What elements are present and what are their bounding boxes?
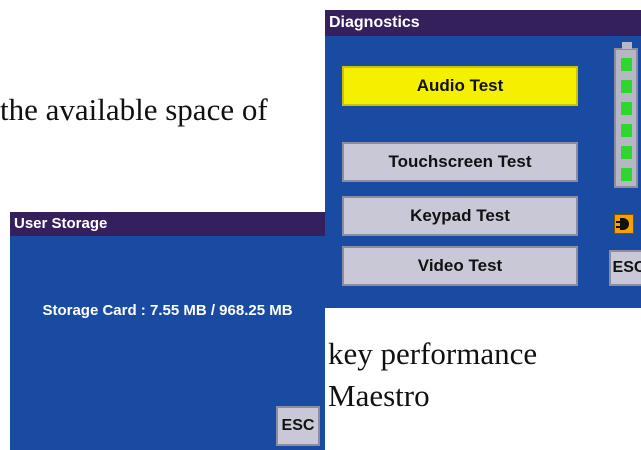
user-storage-window: User Storage Storage Card : 7.55 MB / 96… <box>10 212 325 450</box>
battery-cell <box>621 168 632 181</box>
diagnostics-esc-button[interactable]: ESC <box>609 250 641 286</box>
power-plug-icon <box>614 214 634 234</box>
user-storage-title: User Storage <box>10 212 325 236</box>
document-text-line-2: key performance <box>328 336 538 371</box>
audio-test-button[interactable]: Audio Test <box>342 66 578 106</box>
user-storage-esc-button[interactable]: ESC <box>276 406 320 446</box>
battery-cell <box>621 58 632 71</box>
battery-cell <box>621 102 632 115</box>
diagnostics-window: Diagnostics Audio Test Touchscreen Test … <box>325 10 641 308</box>
diagnostics-title: Diagnostics <box>325 10 641 36</box>
battery-cell <box>621 80 632 93</box>
document-text-line-3: Maestro <box>328 378 430 413</box>
battery-cell <box>621 124 632 137</box>
storage-card-info: Storage Card : 7.55 MB / 968.25 MB <box>42 302 293 319</box>
battery-cell <box>621 146 632 159</box>
battery-cap <box>622 42 632 49</box>
video-test-button[interactable]: Video Test <box>342 246 578 286</box>
battery-icon <box>614 42 638 188</box>
touchscreen-test-button[interactable]: Touchscreen Test <box>342 142 578 182</box>
document-text-line-1: the available space of <box>0 92 268 127</box>
keypad-test-button[interactable]: Keypad Test <box>342 196 578 236</box>
plug-body <box>620 218 629 230</box>
